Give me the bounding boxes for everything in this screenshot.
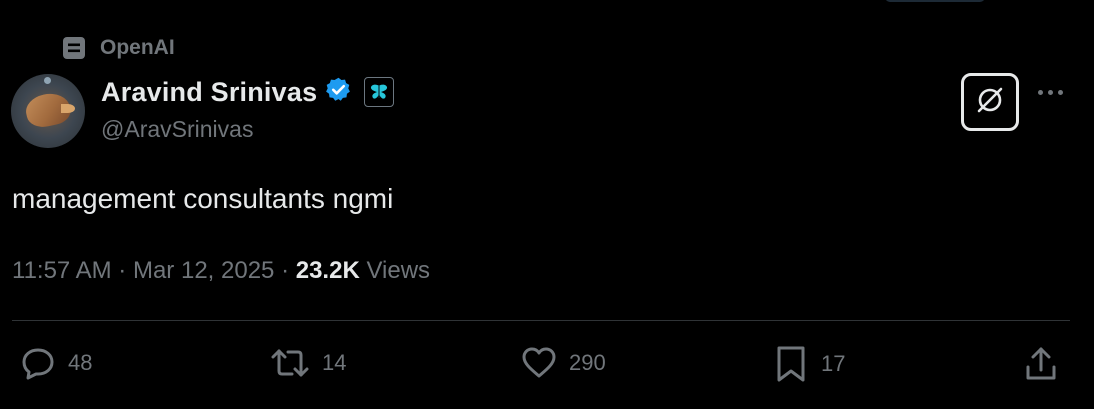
avatar[interactable] (11, 74, 85, 148)
context-label: OpenAI (100, 36, 175, 59)
verified-badge-icon[interactable] (325, 76, 352, 108)
more-options-dot (1048, 90, 1053, 95)
tweet-time[interactable]: 11:57 AM (12, 257, 112, 284)
affiliation-badge-icon[interactable] (364, 77, 395, 107)
bookmark-icon (773, 345, 809, 383)
like-button[interactable]: 290 (521, 345, 606, 381)
author-handle[interactable]: @AravSrinivas (101, 116, 253, 143)
author-name-row: Aravind Srinivas (101, 76, 395, 108)
organization-icon (62, 36, 86, 60)
more-options-button[interactable] (1038, 90, 1063, 95)
bookmark-count: 17 (821, 351, 846, 376)
share-icon (1023, 345, 1059, 383)
divider (12, 320, 1070, 321)
meta-separator: · (281, 257, 290, 284)
author-name[interactable]: Aravind Srinivas (101, 77, 317, 108)
reply-count: 48 (68, 350, 93, 375)
repost-button[interactable]: 14 (270, 345, 346, 381)
reply-icon (20, 345, 56, 381)
avatar-detail (44, 77, 51, 84)
repost-icon (270, 345, 310, 381)
more-options-dot (1058, 90, 1063, 95)
tweet-date[interactable]: Mar 12, 2025 (133, 257, 274, 284)
views-label: Views (366, 257, 431, 284)
tweet-text: management consultants ngmi (12, 183, 394, 214)
avatar-image-detail (61, 104, 75, 113)
repost-count: 14 (322, 350, 347, 375)
bookmark-button[interactable]: 17 (773, 345, 845, 383)
views-count[interactable]: 23.2K (296, 257, 360, 284)
tweet-meta: 11:57 AM · Mar 12, 2025 · 23.2K Views (12, 257, 430, 285)
heart-icon (521, 345, 557, 381)
meta-separator: · (118, 257, 127, 284)
grok-button[interactable] (961, 73, 1019, 131)
reply-button[interactable]: 48 (20, 345, 92, 381)
like-count: 290 (569, 350, 606, 375)
tweet-context[interactable]: OpenAI (62, 36, 175, 60)
more-options-dot (1038, 90, 1043, 95)
top-scroll-indicator (885, 0, 985, 2)
share-button[interactable] (1023, 345, 1059, 383)
grok-icon (973, 83, 1007, 122)
